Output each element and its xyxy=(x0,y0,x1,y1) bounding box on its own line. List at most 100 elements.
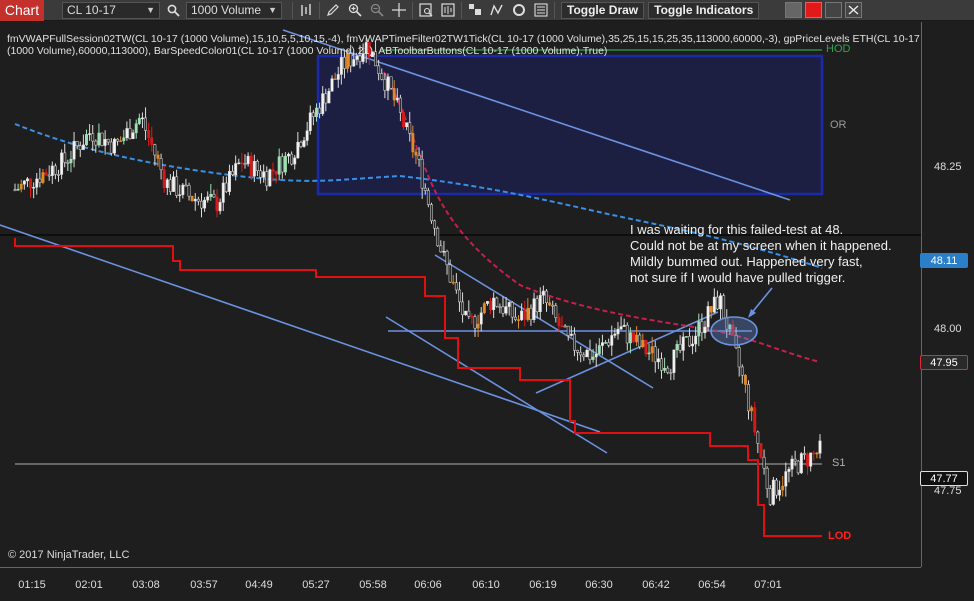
candle-body xyxy=(224,182,228,192)
price-chart[interactable] xyxy=(0,22,921,567)
candle-body xyxy=(703,326,707,334)
properties-icon[interactable] xyxy=(530,1,552,20)
templates-icon[interactable] xyxy=(464,1,486,20)
chart-style-icon[interactable] xyxy=(437,1,459,20)
chart-tab[interactable]: Chart xyxy=(0,0,44,21)
strategies-icon[interactable] xyxy=(486,1,508,20)
chart-plot-area[interactable] xyxy=(0,22,921,567)
candle-body xyxy=(408,122,412,134)
candle-body xyxy=(737,347,741,368)
zoom-out-icon[interactable] xyxy=(366,1,388,20)
candle-body xyxy=(181,184,185,195)
candle-body xyxy=(116,138,120,142)
candle-body xyxy=(535,298,539,313)
candle-body xyxy=(781,485,785,491)
opening-range-box[interactable] xyxy=(316,54,824,196)
candle-body xyxy=(119,140,123,143)
candle-body xyxy=(283,155,287,173)
candle-body xyxy=(585,349,589,358)
candle-body xyxy=(712,296,716,313)
candle-body xyxy=(467,310,471,317)
candle-body xyxy=(672,349,676,373)
zoom-in-icon[interactable] xyxy=(344,1,366,20)
legend-line-2: (1000 Volume),60000,113000), BarSpeedCol… xyxy=(7,45,608,57)
candle-body xyxy=(806,453,810,467)
candle-body xyxy=(252,161,256,177)
trendline-lower[interactable] xyxy=(0,224,601,433)
candle-body xyxy=(392,88,396,101)
price-tick: 48.00 xyxy=(934,323,962,335)
candle-body xyxy=(675,344,679,351)
candle-body xyxy=(482,303,486,314)
candle-body xyxy=(591,356,595,360)
candle-body xyxy=(740,366,744,376)
candle-body xyxy=(128,128,132,140)
candle-body xyxy=(750,407,754,412)
time-tick: 06:19 xyxy=(529,579,557,591)
candle-body xyxy=(635,334,639,343)
annotation-line: Could not be at my screen when it happen… xyxy=(630,238,892,253)
data-box-icon[interactable] xyxy=(415,1,437,20)
candle-body xyxy=(137,117,141,124)
bar-type-icon[interactable] xyxy=(295,1,317,20)
maximize-icon[interactable] xyxy=(825,2,843,18)
candle-body xyxy=(771,479,775,505)
candle-body xyxy=(218,202,222,212)
minimize-icon[interactable] xyxy=(785,2,803,18)
crosshair-icon[interactable] xyxy=(388,1,410,20)
candle-body xyxy=(653,346,657,363)
candle-body xyxy=(156,154,160,159)
vwap-price-marker: 47.95 xyxy=(920,355,968,370)
candle-body xyxy=(274,170,278,175)
candle-body xyxy=(594,353,598,358)
candle-body xyxy=(246,155,250,165)
candle-body xyxy=(799,453,803,474)
trade-annotation[interactable]: I was waiting for this failed-test at 48… xyxy=(630,222,892,286)
search-icon[interactable] xyxy=(162,1,184,20)
candle-body xyxy=(53,165,57,175)
candle-body xyxy=(613,333,617,336)
candle-body xyxy=(638,334,642,347)
candle-body xyxy=(159,158,163,171)
instrument-selector[interactable]: CL 10-17 ▼ xyxy=(62,1,160,19)
candle-body xyxy=(756,431,760,444)
failed-test-highlight[interactable] xyxy=(710,316,758,346)
candle-body xyxy=(377,65,381,74)
toggle-draw-button[interactable]: Toggle Draw xyxy=(561,1,645,19)
candle-body xyxy=(265,171,269,187)
candle-body xyxy=(57,174,60,176)
period-selector[interactable]: 1000 Volume ▼ xyxy=(186,1,282,19)
candle-body xyxy=(259,170,262,178)
candle-body xyxy=(610,335,614,346)
record-icon[interactable] xyxy=(805,2,823,18)
refresh-icon[interactable] xyxy=(508,1,530,20)
candle-body xyxy=(268,169,272,187)
candle-body xyxy=(386,76,390,91)
candle-body xyxy=(122,137,126,142)
instrument-value: CL 10-17 xyxy=(67,3,116,17)
candle-body xyxy=(237,162,241,165)
candle-body xyxy=(134,123,138,134)
candle-body xyxy=(778,489,782,496)
candle-body xyxy=(700,321,704,334)
indicator-legend: fmVWAPFullSession02TW(CL 10-17 (1000 Vol… xyxy=(7,33,922,57)
close-icon[interactable] xyxy=(845,2,863,18)
candle-body xyxy=(330,78,334,92)
pencil-icon[interactable] xyxy=(322,1,344,20)
candle-body xyxy=(395,97,399,101)
toolbar-divider xyxy=(412,1,413,19)
candle-body xyxy=(150,137,154,145)
candle-body xyxy=(423,187,427,191)
candle-body xyxy=(719,295,722,310)
toggle-indicators-button[interactable]: Toggle Indicators xyxy=(648,1,760,19)
chevron-down-icon: ▼ xyxy=(146,5,155,15)
candle-body xyxy=(109,141,113,154)
candle-body xyxy=(632,332,635,343)
toolbar-divider xyxy=(292,1,293,19)
candle-body xyxy=(405,122,409,128)
candle-body xyxy=(287,153,290,157)
candle-body xyxy=(803,453,806,455)
candle-body xyxy=(175,176,179,196)
candle-body xyxy=(290,153,294,165)
candle-body xyxy=(517,319,520,321)
